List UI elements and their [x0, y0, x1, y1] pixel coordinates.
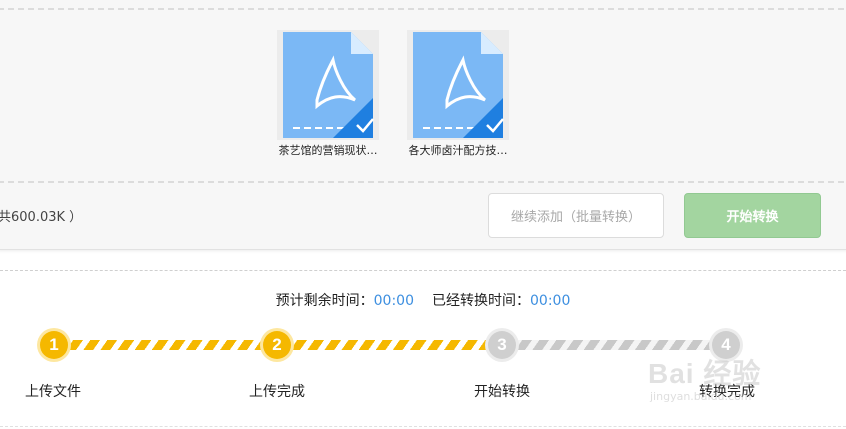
step-1-icon: 1	[40, 331, 68, 359]
progress-segment-done	[291, 340, 488, 350]
start-convert-button[interactable]: 开始转换	[684, 193, 821, 238]
elapsed-time-label: 已经转换时间：	[432, 293, 530, 309]
pdf-file-icon	[277, 30, 379, 140]
file-item[interactable]: 各大师卤汁配方技…	[402, 30, 514, 158]
progress-segment-done	[68, 340, 264, 350]
step-3-icon: 3	[488, 331, 516, 359]
step-2-icon: 2	[263, 331, 291, 359]
step-3-label: 开始转换	[474, 384, 530, 400]
file-size-summary: 共600.03K ）	[0, 210, 83, 225]
dashed-divider	[0, 270, 846, 271]
remaining-time-label: 预计剩余时间：	[275, 293, 374, 309]
elapsed-time-value: 00:00	[530, 293, 571, 309]
step-2-label: 上传完成	[249, 384, 305, 400]
watermark-logo: Bai 经验	[648, 358, 762, 389]
progress-segment-pending	[515, 340, 713, 350]
file-name: 各大师卤汁配方技…	[408, 144, 508, 157]
dashed-divider	[0, 8, 844, 10]
file-item[interactable]: 茶艺馆的营销现状…	[272, 30, 384, 158]
dashed-divider	[0, 181, 844, 183]
timing-info: 预计剩余时间：00:00 已经转换时间：00:00	[0, 290, 846, 310]
baidu-watermark: Bai 经验 jingyan.baidu.com	[648, 352, 818, 412]
remaining-time-value: 00:00	[373, 293, 414, 309]
watermark-url: jingyan.baidu.com	[650, 390, 752, 403]
pdf-file-icon	[407, 30, 509, 140]
upload-panel: 茶艺馆的营销现状… 各大师卤汁配方技… 共600.03K ） 继续添加（批量转换…	[0, 0, 846, 250]
add-more-button[interactable]: 继续添加（批量转换）	[488, 193, 664, 238]
step-1-label: 上传文件	[25, 384, 81, 400]
file-name: 茶艺馆的营销现状…	[278, 144, 378, 157]
dashed-divider	[0, 426, 846, 427]
